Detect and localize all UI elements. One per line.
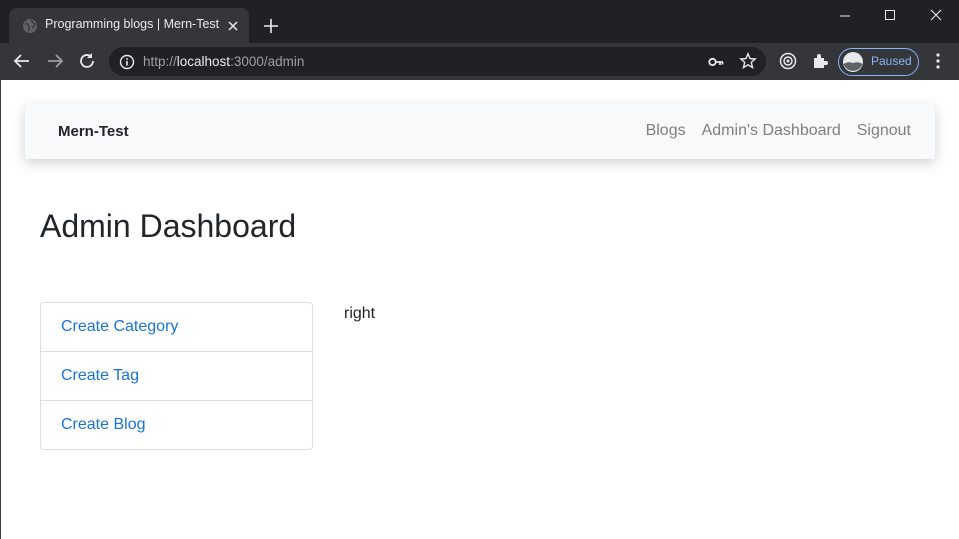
window-border — [0, 80, 1, 539]
page-title: Admin Dashboard — [40, 208, 297, 244]
plus-icon[interactable] — [262, 17, 280, 35]
create-category-link[interactable]: Create Category — [41, 303, 312, 352]
profile-button[interactable]: Paused — [838, 48, 919, 76]
profile-status: Paused — [871, 54, 912, 68]
kebab-menu-icon[interactable] — [928, 51, 948, 71]
url-path: :3000/admin — [230, 54, 305, 69]
avatar — [842, 51, 864, 78]
media-icon[interactable] — [778, 51, 798, 71]
info-icon[interactable] — [119, 54, 135, 75]
reload-icon[interactable] — [77, 51, 97, 71]
globe-icon — [22, 18, 38, 34]
browser-toolbar: http://localhost:3000/admin Paused — [0, 43, 959, 80]
nav-link-admin-dashboard[interactable]: Admin's Dashboard — [702, 122, 841, 140]
url-host: localhost — [176, 54, 231, 69]
close-icon[interactable] — [226, 19, 240, 33]
tab-title: Programming blogs | Mern-Test — [45, 17, 220, 31]
url-scheme: http:// — [143, 54, 177, 69]
browser-titlebar: Programming blogs | Mern-Test — [0, 0, 959, 43]
browser-tab[interactable]: Programming blogs | Mern-Test — [9, 8, 249, 43]
maximize-icon[interactable] — [880, 6, 900, 26]
window-close-icon[interactable] — [926, 6, 946, 26]
site-navbar: Mern-Test Blogs Admin's Dashboard Signou… — [25, 104, 935, 159]
extensions-icon[interactable] — [810, 51, 830, 71]
nav-link-signout[interactable]: Signout — [857, 122, 911, 140]
address-bar[interactable]: http://localhost:3000/admin — [109, 47, 766, 76]
minimize-icon[interactable] — [835, 6, 855, 26]
nav-links: Blogs Admin's Dashboard Signout — [646, 122, 911, 140]
star-icon[interactable] — [739, 52, 757, 75]
brand-link[interactable]: Mern-Test — [58, 123, 129, 140]
forward-arrow-icon[interactable] — [45, 51, 65, 71]
right-panel-text: right — [344, 305, 376, 322]
create-blog-link[interactable]: Create Blog — [41, 401, 312, 449]
url-text: http://localhost:3000/admin — [143, 54, 304, 69]
admin-menu: Create Category Create Tag Create Blog — [40, 302, 313, 450]
key-icon[interactable] — [707, 53, 725, 76]
nav-link-blogs[interactable]: Blogs — [646, 122, 686, 140]
back-arrow-icon[interactable] — [12, 51, 32, 71]
create-tag-link[interactable]: Create Tag — [41, 352, 312, 401]
